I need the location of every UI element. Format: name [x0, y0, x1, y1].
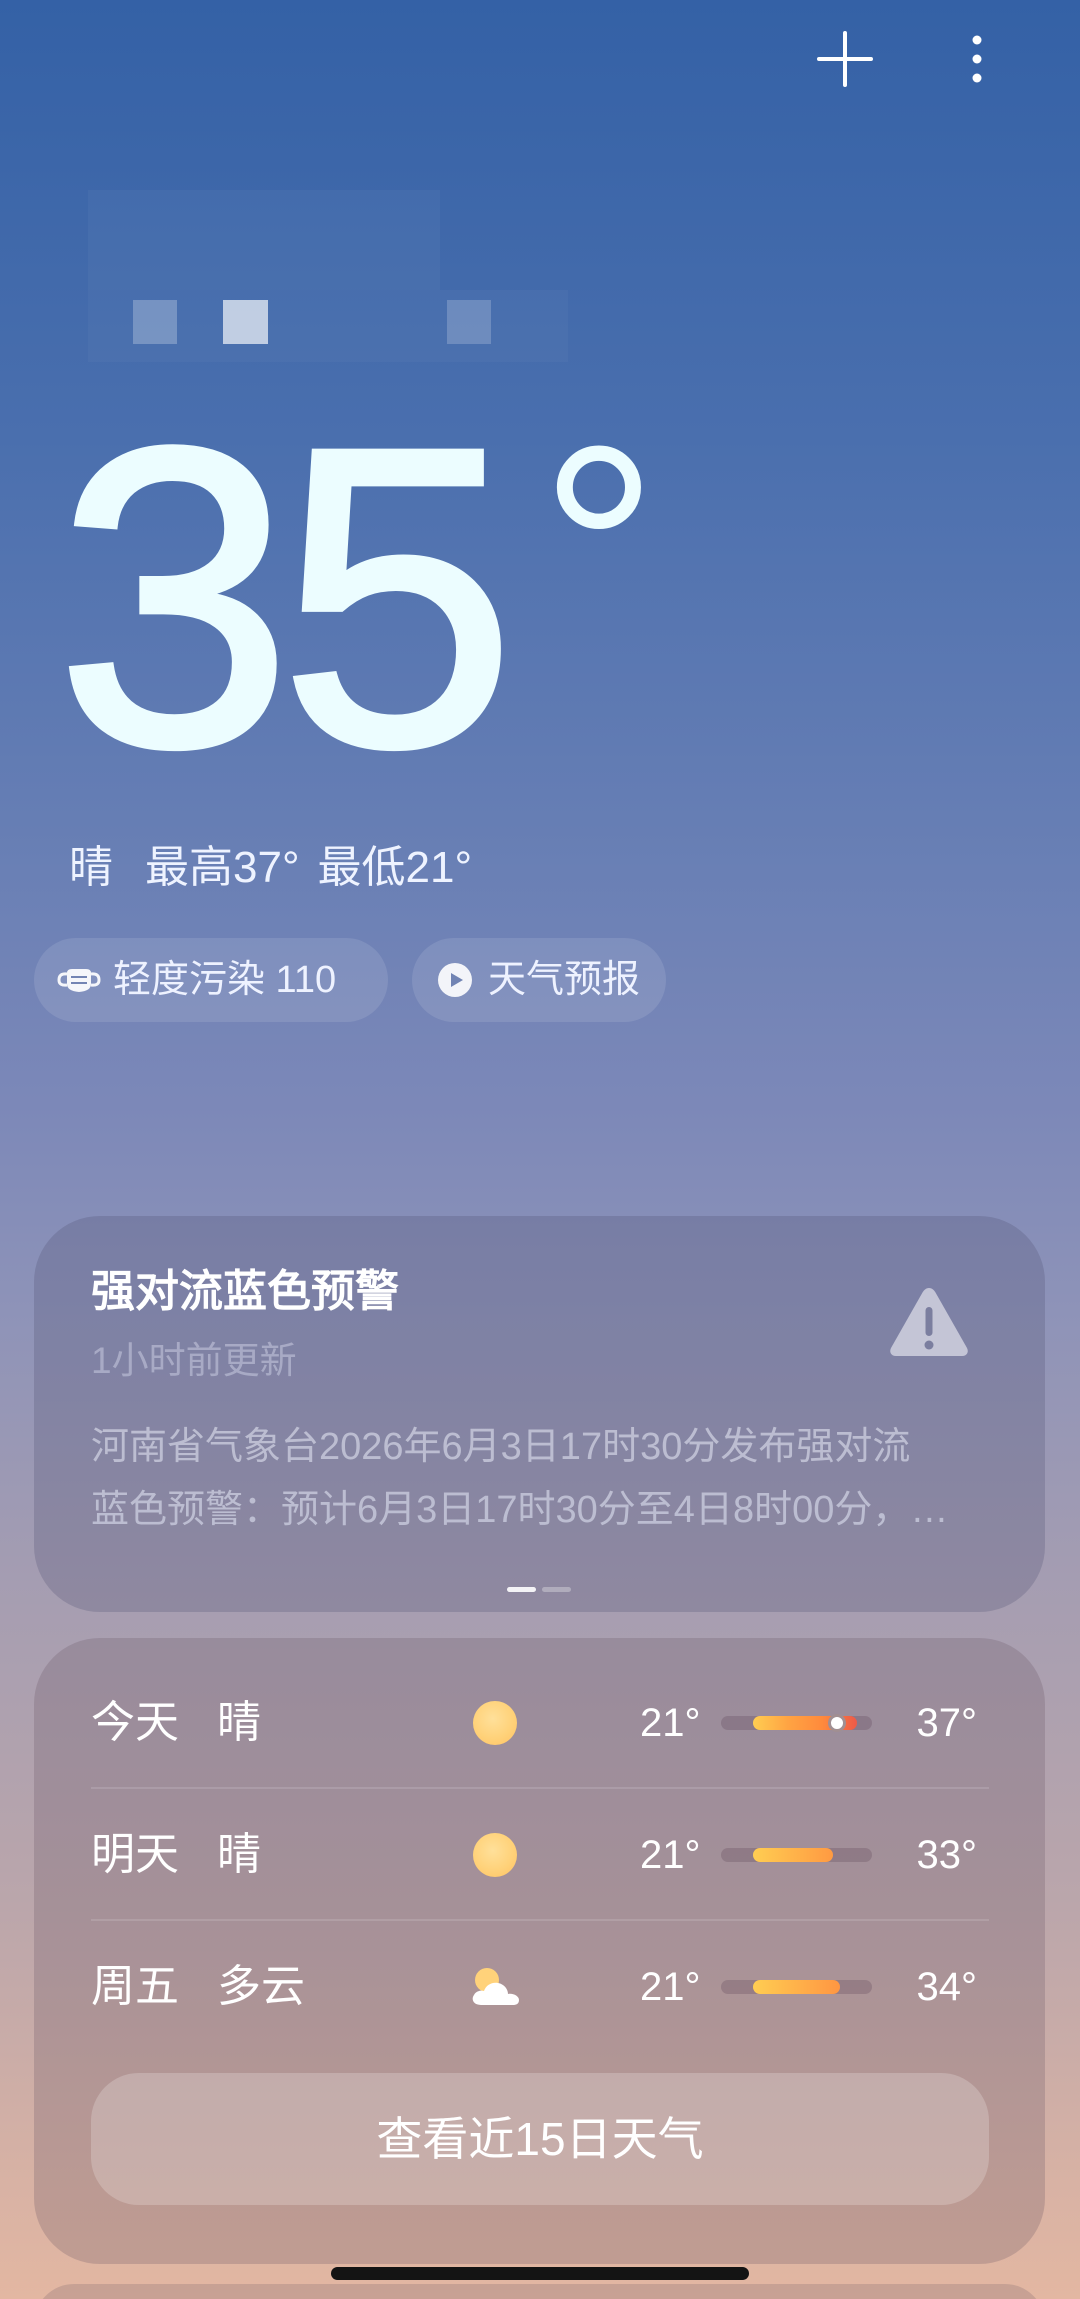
temperature-range-fill — [752, 1980, 841, 1994]
temperature-range-fill — [752, 1848, 833, 1862]
partly-cloudy-icon — [472, 1968, 519, 2005]
alert-updated-time: 1小时前更新 — [91, 1340, 297, 1381]
temperature-degree-symbol: ° — [539, 383, 659, 719]
forecast-condition: 晴 — [217, 1830, 261, 1879]
next-card-peek — [34, 2284, 1045, 2299]
forecast-high-temp: 33° — [916, 1833, 978, 1877]
temperature-range-bar — [721, 1848, 872, 1862]
forecast-day-label: 今天 — [91, 1698, 179, 1747]
weather-alert-card[interactable]: 强对流蓝色预警 1小时前更新 河南省气象台2026年6月3日17时30分发布强对… — [34, 1216, 1045, 1612]
sun-icon — [473, 1701, 517, 1745]
sun-icon — [473, 1833, 517, 1877]
redacted-location-block — [223, 300, 268, 344]
weather-forecast-video-chip[interactable]: 天气预报 — [412, 938, 666, 1022]
today-high: 最高37° — [145, 843, 300, 892]
today-summary: 晴 最高37° 最低21° — [69, 838, 472, 898]
air-quality-label: 轻度污染 110 — [113, 959, 337, 1001]
forecast-high-temp: 37° — [916, 1701, 978, 1745]
mask-icon — [57, 969, 101, 992]
forecast-condition: 多云 — [217, 1962, 305, 2011]
daily-forecast-card: 今天 晴 21° 37° 明天 晴 21° 33° 周五 多云 21° 34° … — [34, 1638, 1045, 2264]
forecast-low-temp: 21° — [640, 1833, 701, 1877]
alert-page-indicator — [507, 1587, 536, 1592]
redacted-location-block — [447, 300, 491, 344]
play-circle-icon — [438, 963, 472, 997]
redacted-location-block — [133, 300, 177, 344]
home-indicator[interactable] — [331, 2267, 749, 2280]
forecast-row-today[interactable]: 今天 晴 21° 37° — [34, 1657, 1045, 1789]
alert-page-indicator — [542, 1587, 571, 1592]
temperature-range-bar — [721, 1714, 872, 1732]
current-temperature: 35 — [53, 360, 519, 835]
forecast-row-friday[interactable]: 周五 多云 21° 34° — [34, 1921, 1045, 2053]
current-condition: 晴 — [69, 843, 113, 892]
alert-title: 强对流蓝色预警 — [91, 1267, 399, 1316]
warning-icon — [890, 1288, 968, 1356]
weather-screen: 35 ° 晴 最高37° 最低21° 轻度污染 110 天气预报 强对流蓝色预警… — [0, 0, 1080, 2299]
alert-description-line: 蓝色预警：预计6月3日17时30分至4日8时00分，… — [91, 1489, 949, 1531]
forecast-low-temp: 21° — [640, 1965, 701, 2009]
forecast-condition: 晴 — [217, 1698, 261, 1747]
forecast-high-temp: 34° — [916, 1965, 978, 2009]
redacted-location-block — [88, 190, 440, 290]
forecast-day-label: 明天 — [91, 1830, 179, 1879]
forecast-row-tomorrow[interactable]: 明天 晴 21° 33° — [34, 1789, 1045, 1921]
forecast-day-label: 周五 — [91, 1962, 179, 2011]
alert-description: 河南省气象台2026年6月3日17时30分发布强对流 蓝色预警：预计6月3日17… — [91, 1416, 991, 1542]
view-15-day-forecast-button[interactable]: 查看近15日天气 — [91, 2073, 989, 2205]
weather-forecast-video-label: 天气预报 — [488, 959, 641, 1001]
temperature-range-bar — [721, 1980, 872, 1994]
today-low: 最低21° — [317, 843, 473, 892]
alert-description-line: 河南省气象台2026年6月3日17时30分发布强对流 — [91, 1426, 911, 1468]
redacted-location — [0, 0, 1080, 420]
air-quality-chip[interactable]: 轻度污染 110 — [34, 938, 388, 1022]
forecast-low-temp: 21° — [640, 1701, 701, 1745]
